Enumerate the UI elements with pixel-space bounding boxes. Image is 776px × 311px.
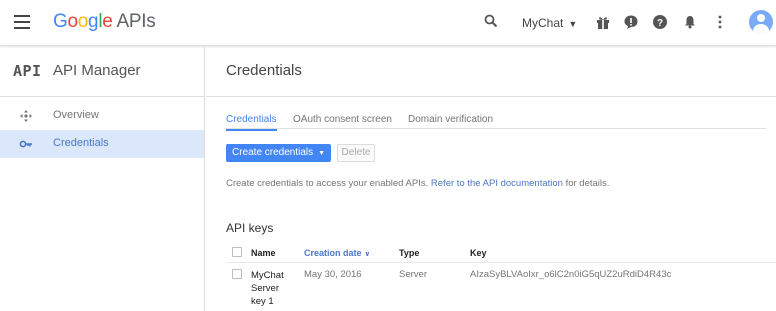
tab-oauth-consent-screen[interactable]: OAuth consent screen	[293, 114, 392, 129]
section-title-api-keys: API keys	[226, 221, 274, 235]
table-cell-creation-date: May 30, 2016	[304, 269, 362, 280]
project-selector[interactable]: MyChat ▼	[522, 16, 577, 30]
info-text: Create credentials to access your enable…	[226, 178, 609, 189]
table-divider	[226, 262, 776, 263]
key-name-line: key 1	[251, 296, 274, 307]
sidebar: API API Manager Overview Credentials	[0, 47, 205, 311]
overview-icon	[20, 110, 32, 122]
row-checkbox[interactable]	[232, 269, 242, 279]
help-icon[interactable]: ?	[652, 14, 668, 30]
column-header-label: Creation date	[304, 248, 362, 258]
sidebar-title[interactable]: API Manager	[53, 62, 141, 79]
api-logo: API	[13, 62, 42, 80]
select-all-checkbox[interactable]	[232, 247, 242, 257]
info-text-suffix: for details.	[565, 178, 610, 189]
tab-credentials[interactable]: Credentials	[226, 114, 277, 131]
key-icon	[19, 140, 32, 148]
menu-icon[interactable]	[14, 15, 30, 29]
top-app-bar: Google APIs MyChat ▼ ?	[0, 0, 776, 46]
create-credentials-button[interactable]: Create credentials ▼	[226, 144, 331, 162]
delete-button[interactable]: Delete	[337, 144, 375, 162]
column-header-type[interactable]: Type	[399, 248, 419, 258]
more-vert-icon[interactable]	[712, 14, 728, 30]
avatar-body	[753, 24, 769, 34]
column-header-creation-date[interactable]: Creation date ∨	[304, 248, 370, 258]
dropdown-caret-icon: ▼	[568, 19, 578, 29]
sort-caret-icon: ∨	[364, 251, 371, 258]
svg-text:?: ?	[657, 18, 663, 29]
main-content: Credentials Credentials OAuth consent sc…	[206, 47, 776, 311]
sidebar-header: API API Manager	[0, 47, 204, 97]
logo-letter: g	[88, 11, 99, 32]
tab-bar: Credentials OAuth consent screen Domain …	[226, 107, 766, 131]
logo-letter: o	[67, 11, 78, 32]
key-name-line: Server	[251, 283, 279, 294]
gift-icon[interactable]	[595, 14, 611, 30]
notifications-icon[interactable]	[682, 14, 698, 30]
key-name-line: MyChat	[251, 270, 284, 281]
logo-letter: e	[102, 11, 113, 32]
google-apis-logo[interactable]: Google APIs	[53, 11, 156, 33]
project-name: MyChat	[522, 16, 564, 30]
sidebar-item-label: Credentials	[53, 137, 109, 149]
tab-domain-verification[interactable]: Domain verification	[408, 114, 493, 129]
logo-letter: o	[77, 11, 89, 32]
logo-letter: G	[53, 11, 68, 32]
table-cell-type: Server	[399, 269, 427, 280]
page-title: Credentials	[226, 62, 302, 79]
column-header-name[interactable]: Name	[251, 248, 276, 258]
sidebar-item-label: Overview	[53, 109, 99, 121]
info-text-prefix: Create credentials to access your enable…	[226, 178, 429, 189]
feedback-icon[interactable]	[623, 14, 639, 30]
table-cell-name[interactable]: MyChat Server key 1	[251, 269, 301, 308]
sidebar-item-overview[interactable]: Overview	[0, 102, 204, 130]
avatar-head	[757, 14, 765, 22]
table-cell-key[interactable]: AIzaSyBLVAoIxr_o6lC2n0iG5qUZ2uRdiD4R43c	[470, 269, 671, 280]
search-icon[interactable]	[484, 14, 498, 28]
account-avatar[interactable]	[749, 10, 773, 34]
column-header-key[interactable]: Key	[470, 248, 487, 258]
create-credentials-label: Create credentials	[232, 147, 314, 158]
dropdown-caret-icon: ▼	[318, 150, 326, 157]
product-name: APIs	[116, 11, 156, 32]
sidebar-item-credentials[interactable]: Credentials	[0, 130, 204, 158]
api-documentation-link[interactable]: Refer to the API documentation	[431, 178, 563, 189]
main-header: Credentials	[206, 47, 776, 97]
